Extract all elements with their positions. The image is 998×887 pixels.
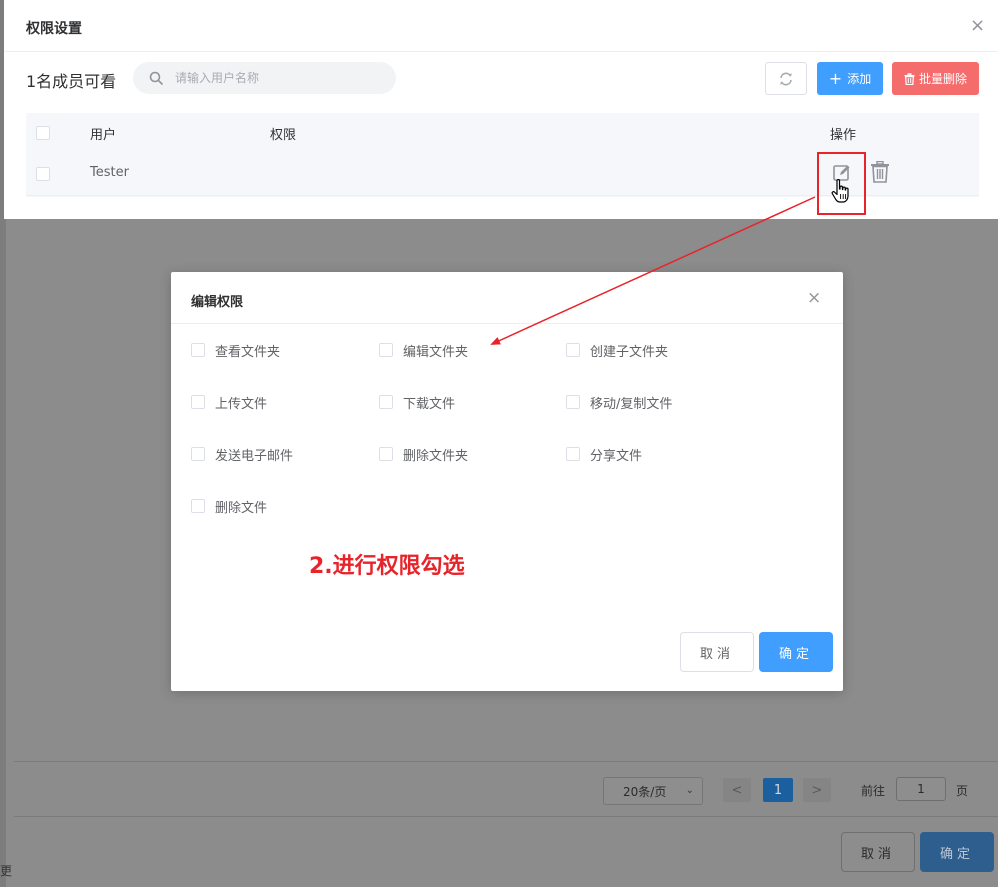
- add-button[interactable]: + 添加: [817, 62, 883, 95]
- permission-checkbox-send-email[interactable]: 发送电子邮件: [191, 444, 293, 464]
- cancel-button[interactable]: 取消: [680, 632, 754, 672]
- page-unit-label: 页: [956, 784, 969, 798]
- current-page-button[interactable]: 1: [763, 778, 793, 802]
- annotation-text: 2.进行权限勾选: [309, 554, 465, 579]
- permission-checkbox-upload-file[interactable]: 上传文件: [191, 392, 267, 412]
- column-header-permission: 权限: [270, 128, 297, 143]
- delete-icon[interactable]: [870, 161, 890, 183]
- checkbox[interactable]: [379, 395, 393, 409]
- trash-icon: [904, 72, 915, 85]
- bulk-delete-label: 批量删除: [918, 72, 967, 86]
- background-ok-button[interactable]: 确定: [920, 832, 994, 872]
- divider: [14, 816, 998, 817]
- divider: [14, 761, 998, 762]
- checkbox-label: 删除文件: [215, 500, 268, 516]
- dialog-title: 编辑权限: [191, 295, 244, 310]
- add-button-label: 添加: [847, 72, 872, 86]
- goto-label: 前往: [861, 784, 886, 798]
- checkbox-label: 移动/复制文件: [590, 396, 673, 412]
- checkbox-label: 创建子文件夹: [590, 344, 669, 360]
- checkbox-label: 编辑文件夹: [403, 344, 469, 360]
- permission-checkbox-share-file[interactable]: 分享文件: [566, 444, 642, 464]
- checkbox-label: 分享文件: [590, 448, 643, 464]
- permission-checkbox-edit-folder[interactable]: 编辑文件夹: [379, 340, 468, 360]
- search-input[interactable]: [175, 71, 375, 85]
- column-header-user: 用户: [90, 128, 117, 143]
- checkbox-label: 上传文件: [215, 396, 268, 412]
- row-checkbox[interactable]: [36, 167, 50, 181]
- close-icon[interactable]: ×: [970, 17, 985, 35]
- member-count: 1名成员可看: [26, 72, 117, 91]
- divider: [171, 323, 843, 324]
- close-icon[interactable]: ×: [807, 290, 821, 307]
- bulk-delete-button[interactable]: 批量删除: [892, 62, 979, 95]
- hand-cursor-icon: [831, 179, 849, 203]
- column-header-actions: 操作: [830, 128, 857, 143]
- refresh-button[interactable]: [765, 62, 807, 95]
- search-icon: [149, 71, 163, 85]
- checkbox[interactable]: [566, 395, 580, 409]
- checkbox[interactable]: [191, 395, 205, 409]
- checkbox[interactable]: [379, 447, 393, 461]
- divider: [4, 51, 998, 52]
- permission-checkbox-create-subfolder[interactable]: 创建子文件夹: [566, 340, 668, 360]
- edge-text: 更: [0, 864, 13, 878]
- checkbox-label: 下载文件: [403, 396, 456, 412]
- background-cancel-button[interactable]: 取消: [841, 832, 915, 872]
- select-all-checkbox[interactable]: [36, 126, 50, 140]
- confirm-button[interactable]: 确定: [759, 632, 833, 672]
- checkbox[interactable]: [379, 343, 393, 357]
- search-box[interactable]: [133, 62, 396, 94]
- edit-permission-dialog: 编辑权限 × 查看文件夹 编辑文件夹 创建子文件夹 上传文件 下载文件 移动/复…: [171, 272, 843, 691]
- table-header: 用户 权限 操作: [26, 113, 979, 153]
- next-page-button[interactable]: >: [803, 778, 831, 802]
- page-size-select[interactable]: 20条/页 ⌄: [603, 777, 703, 805]
- page-size-value: 20条/页: [623, 784, 667, 799]
- checkbox-label: 删除文件夹: [403, 448, 469, 464]
- checkbox[interactable]: [191, 499, 205, 513]
- prev-page-button[interactable]: <: [723, 778, 751, 802]
- checkbox-label: 发送电子邮件: [215, 448, 294, 464]
- permission-checkbox-move-copy-file[interactable]: 移动/复制文件: [566, 392, 672, 412]
- row-user: Tester: [90, 165, 129, 180]
- checkbox[interactable]: [566, 447, 580, 461]
- permission-checkbox-download-file[interactable]: 下载文件: [379, 392, 455, 412]
- refresh-icon: [780, 72, 792, 85]
- panel-title: 权限设置: [26, 21, 82, 37]
- plus-icon: +: [828, 68, 843, 88]
- permission-checkbox-delete-folder[interactable]: 删除文件夹: [379, 444, 468, 464]
- checkbox[interactable]: [566, 343, 580, 357]
- goto-page-input[interactable]: 1: [896, 777, 946, 801]
- chevron-down-icon: ⌄: [685, 785, 694, 796]
- checkbox[interactable]: [191, 343, 205, 357]
- permission-checkbox-delete-file[interactable]: 删除文件: [191, 496, 267, 516]
- checkbox-label: 查看文件夹: [215, 344, 281, 360]
- permission-checkbox-view-folder[interactable]: 查看文件夹: [191, 340, 280, 360]
- checkbox[interactable]: [191, 447, 205, 461]
